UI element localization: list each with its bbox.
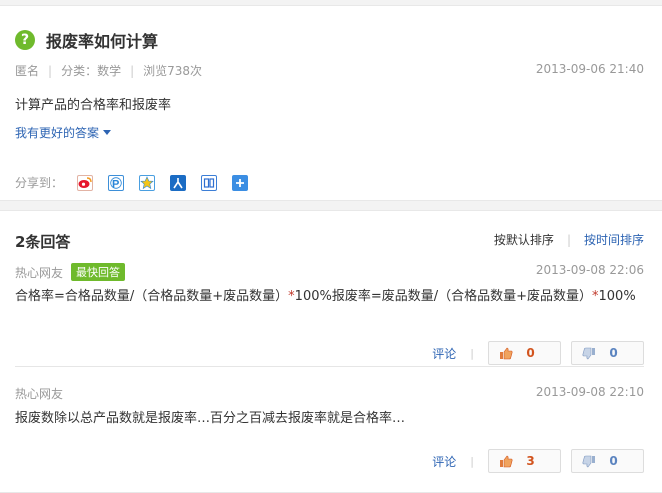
better-answer-label: 我有更好的答案 bbox=[15, 126, 100, 140]
answers-count: 2条回答 bbox=[15, 233, 71, 251]
answer-text-part: 合格率=合格品数量/（合格品数量+废品数量） bbox=[15, 289, 289, 304]
answer-text: 合格率=合格品数量/（合格品数量+废品数量）*100%报废率=废品数量/（合格品… bbox=[15, 285, 650, 309]
upvote-count: 3 bbox=[526, 454, 535, 468]
upvote-button[interactable]: 3 bbox=[488, 449, 561, 473]
renren-icon[interactable] bbox=[170, 174, 187, 191]
share-bar: 分享到： P bbox=[15, 174, 263, 191]
question-views: 浏览738次 bbox=[143, 64, 203, 78]
downvote-count: 0 bbox=[609, 346, 618, 360]
better-answer-link[interactable]: 我有更好的答案 bbox=[15, 124, 112, 141]
answer-author-row: 热心网友 bbox=[15, 385, 63, 402]
question-mark-icon: ? bbox=[15, 30, 35, 50]
answer-author-row: 热心网友 最快回答 bbox=[15, 263, 126, 281]
question-body: 计算产品的合格率和报废率 bbox=[15, 98, 172, 113]
answer-author: 热心网友 bbox=[15, 265, 64, 280]
tieba-icon[interactable] bbox=[201, 174, 218, 191]
thumbs-down-icon bbox=[582, 347, 595, 359]
action-divider: | bbox=[470, 454, 474, 468]
thumbs-down-icon bbox=[582, 455, 595, 467]
answer-actions: 评论 | 3 0 bbox=[432, 449, 644, 473]
qzone-icon[interactable]: P bbox=[108, 174, 125, 191]
qq-icon[interactable] bbox=[139, 174, 156, 191]
answer-text-part: 100%报废率=废品数量/（合格品数量+废品数量） bbox=[294, 289, 593, 304]
downvote-button[interactable]: 0 bbox=[571, 341, 644, 365]
upvote-button[interactable]: 0 bbox=[488, 341, 561, 365]
answer-actions: 评论 | 0 0 bbox=[432, 341, 644, 365]
sort-default-button[interactable]: 按默认排序 bbox=[494, 231, 554, 248]
downvote-count: 0 bbox=[609, 454, 618, 468]
sort-divider: | bbox=[566, 232, 571, 247]
question-author: 匿名 bbox=[15, 64, 40, 78]
answer-item: 热心网友 最快回答 2013-09-08 22:06 合格率=合格品数量/（合格… bbox=[15, 261, 644, 367]
answer-author: 热心网友 bbox=[15, 387, 64, 401]
weibo-icon[interactable] bbox=[77, 174, 94, 191]
sort-time-button[interactable]: 按时间排序 bbox=[584, 231, 644, 248]
sort-controls: 按默认排序 | 按时间排序 bbox=[494, 231, 644, 248]
question-card: ? 报废率如何计算 匿名 | 分类：数学 | 浏览738次 2013-09-06… bbox=[0, 5, 662, 201]
caret-down-icon bbox=[103, 130, 112, 135]
question-title: 报废率如何计算 bbox=[46, 32, 159, 51]
meta-divider: | bbox=[130, 63, 135, 78]
action-divider: | bbox=[470, 346, 474, 360]
downvote-button[interactable]: 0 bbox=[571, 449, 644, 473]
answer-text: 报废数除以总产品数就是报废率…百分之百减去报废率就是合格率… bbox=[15, 411, 406, 426]
comment-link[interactable]: 评论 bbox=[432, 453, 456, 470]
answers-card: 2条回答 按默认排序 | 按时间排序 热心网友 最快回答 2013-09-08 … bbox=[0, 210, 662, 493]
answer-item: 热心网友 2013-09-08 22:10 报废数除以总产品数就是报废率…百分之… bbox=[15, 383, 644, 483]
question-meta: 匿名 | 分类：数学 | 浏览738次 bbox=[15, 62, 202, 79]
question-date: 2013-09-06 21:40 bbox=[535, 62, 644, 76]
thumbs-up-icon bbox=[500, 455, 513, 467]
answer-text-part: 100% bbox=[598, 289, 636, 304]
thumbs-up-icon bbox=[500, 347, 513, 359]
question-header: ? 报废率如何计算 bbox=[15, 28, 158, 52]
answer-date: 2013-09-08 22:06 bbox=[535, 263, 644, 277]
comment-link[interactable]: 评论 bbox=[432, 345, 456, 362]
more-share-icon[interactable] bbox=[232, 174, 249, 191]
question-category[interactable]: 分类：数学 bbox=[61, 62, 121, 79]
upvote-count: 0 bbox=[526, 346, 535, 360]
share-label: 分享到： bbox=[15, 176, 64, 190]
meta-divider: | bbox=[48, 63, 53, 78]
fastest-answer-badge: 最快回答 bbox=[71, 263, 126, 281]
answer-date: 2013-09-08 22:10 bbox=[535, 385, 644, 399]
